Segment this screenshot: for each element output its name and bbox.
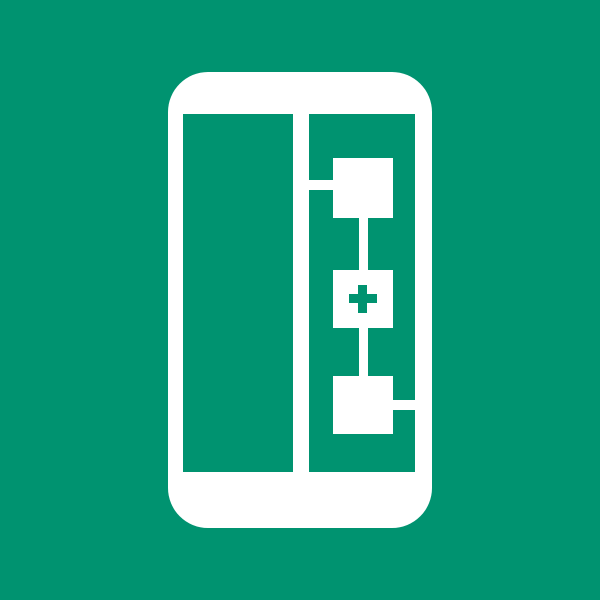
left-screen-panel bbox=[183, 114, 293, 472]
app-icon bbox=[0, 0, 600, 600]
top-connector-line bbox=[309, 180, 337, 190]
vertical-connector-lower bbox=[359, 328, 368, 378]
vertical-connector-upper bbox=[359, 218, 368, 270]
bottom-node bbox=[333, 376, 393, 434]
top-node bbox=[333, 158, 393, 218]
phone-flowchart-add-icon bbox=[0, 0, 600, 600]
bottom-connector-line bbox=[390, 400, 415, 410]
